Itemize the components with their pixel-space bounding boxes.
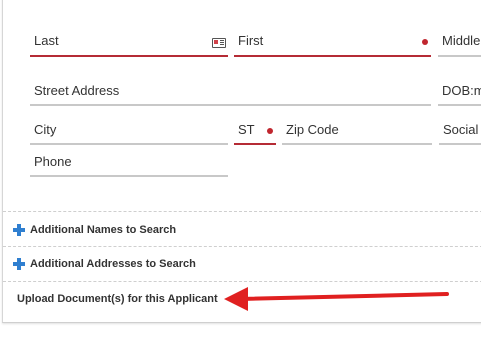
phone-field[interactable]: Phone — [30, 154, 228, 177]
middle-name-field[interactable]: Middle — [438, 33, 481, 57]
state-label: ST — [238, 122, 255, 137]
social-field[interactable]: Social — [439, 122, 481, 145]
last-name-field[interactable]: Last — [30, 33, 228, 57]
divider — [3, 281, 481, 282]
plus-icon[interactable] — [13, 258, 25, 270]
city-label: City — [34, 122, 57, 137]
zip-code-label: Zip Code — [286, 122, 339, 137]
divider — [3, 246, 481, 247]
additional-names-toggle[interactable]: Additional Names to Search — [13, 222, 176, 238]
phone-label: Phone — [34, 154, 72, 169]
red-arrow-pointer-icon — [224, 287, 449, 311]
required-dot-icon — [267, 128, 273, 134]
additional-names-label[interactable]: Additional Names to Search — [30, 224, 176, 236]
plus-icon[interactable] — [13, 224, 25, 236]
last-name-label: Last — [34, 33, 59, 48]
dob-label: DOB:m — [442, 83, 481, 98]
city-field[interactable]: City — [30, 122, 228, 145]
zip-code-field[interactable]: Zip Code — [282, 122, 432, 145]
first-name-label: First — [238, 33, 264, 48]
additional-addresses-label[interactable]: Additional Addresses to Search — [30, 258, 196, 270]
dob-field[interactable]: DOB:m — [438, 83, 481, 106]
id-card-icon[interactable] — [212, 38, 226, 48]
required-dot-icon — [422, 39, 428, 45]
state-field[interactable]: ST — [234, 122, 276, 145]
social-label: Social — [443, 122, 479, 137]
street-address-label: Street Address — [34, 83, 120, 98]
first-name-field[interactable]: First — [234, 33, 431, 57]
divider — [3, 211, 481, 212]
upload-documents-link[interactable]: Upload Document(s) for this Applicant — [17, 293, 218, 305]
additional-addresses-toggle[interactable]: Additional Addresses to Search — [13, 256, 196, 272]
street-address-field[interactable]: Street Address — [30, 83, 431, 106]
middle-name-label: Middle — [442, 33, 481, 48]
